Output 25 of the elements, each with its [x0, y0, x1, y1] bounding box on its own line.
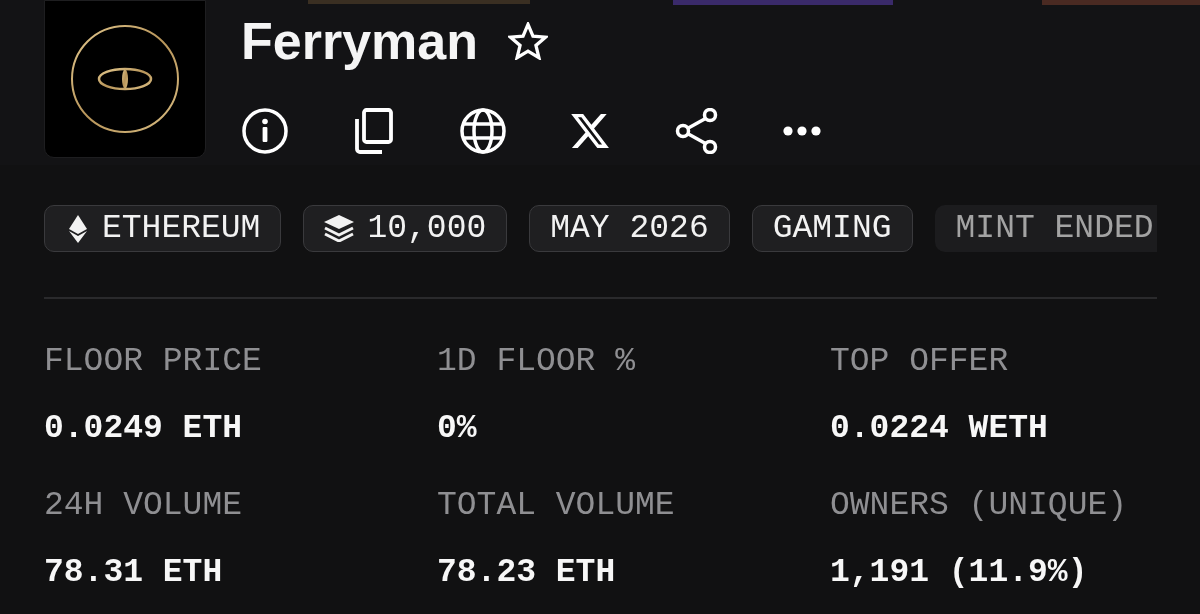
status-tag: MINT ENDED — [934, 205, 1157, 252]
more-icon[interactable] — [783, 126, 821, 136]
stat-value: 0.0249 ETH — [44, 408, 243, 449]
info-icon[interactable] — [242, 108, 288, 154]
stat-label: OWNERS (UNIQUE) — [830, 485, 1128, 526]
network-tag: ETHEREUM — [44, 205, 282, 252]
stat-label: 24H VOLUME — [44, 485, 243, 526]
stat-label: FLOOR PRICE — [44, 341, 262, 382]
info-tag: GAMING — [751, 205, 913, 252]
layers-icon — [324, 215, 355, 242]
globe-icon[interactable] — [460, 108, 506, 154]
stat-value: 0.0224 WETH — [830, 408, 1048, 449]
stat-label: TOP OFFER — [830, 341, 1009, 382]
stat-label: TOTAL VOLUME — [437, 485, 675, 526]
stat-value: 78.23 ETH — [437, 552, 616, 593]
item-count-tag: 10,000 — [303, 205, 508, 252]
stat-value: 1,191 (11.9%) — [830, 552, 1088, 593]
share-icon[interactable] — [674, 108, 720, 154]
stat-label: 1D FLOOR % — [437, 341, 636, 382]
favorite-star-icon[interactable] — [508, 22, 548, 60]
stat-value: 0% — [437, 408, 477, 449]
ethereum-diamond-icon — [69, 214, 87, 243]
stat-value: 78.31 ETH — [44, 552, 223, 593]
info-tag: MAY 2026 — [529, 205, 730, 252]
eye-logo-icon — [44, 0, 206, 158]
